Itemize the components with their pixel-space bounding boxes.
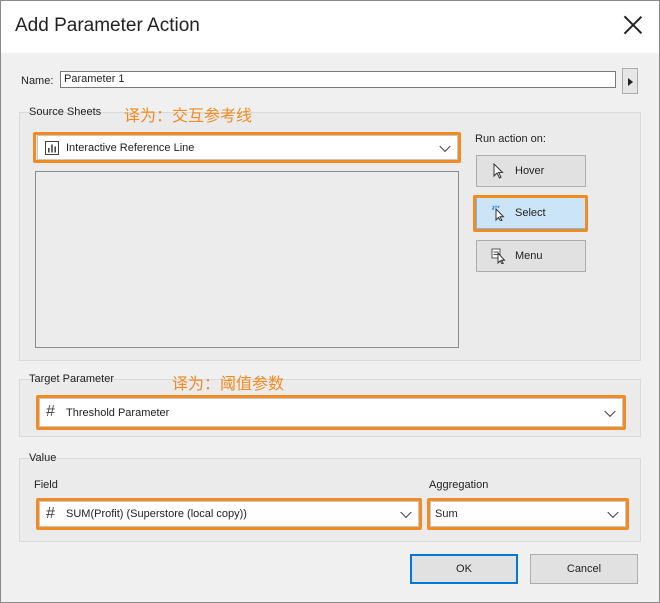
target-parameter-label: Target Parameter [29,373,114,385]
dialog-title: Add Parameter Action [15,15,200,36]
name-field[interactable]: Parameter 1 [60,71,616,88]
aggregation-highlight [427,498,629,530]
cursor-arrow-icon [493,163,504,179]
source-sheet-highlight [33,132,461,163]
target-parameter-annotation: 译为：阈值参数 [172,376,285,393]
ok-button[interactable]: OK [410,554,518,584]
aggregation-label: Aggregation [429,479,489,491]
hover-label: Hover [515,165,545,177]
hover-button[interactable]: Hover [476,155,586,187]
source-sheets-list[interactable] [35,171,459,348]
name-label: Name: [21,75,54,87]
cancel-button[interactable]: Cancel [530,554,638,584]
add-parameter-action-dialog: Add Parameter Action Name: Parameter 1 S… [0,0,660,603]
name-menu-arrow-icon[interactable] [622,68,638,94]
close-icon[interactable] [619,11,647,39]
run-action-label: Run action on: [475,133,546,145]
title-bar: Add Parameter Action [1,1,659,53]
menu-button[interactable]: Menu [476,240,586,272]
source-sheets-label: Source Sheets [29,106,102,118]
field-highlight [36,498,422,530]
cursor-menu-icon [491,248,506,264]
field-label: Field [34,479,58,491]
menu-label: Menu [515,250,543,262]
name-value: Parameter 1 [64,73,125,85]
select-highlight [473,195,588,232]
source-sheets-annotation: 译为：交互参考线 [124,108,253,125]
value-label: Value [29,452,57,464]
target-parameter-highlight [36,395,626,430]
